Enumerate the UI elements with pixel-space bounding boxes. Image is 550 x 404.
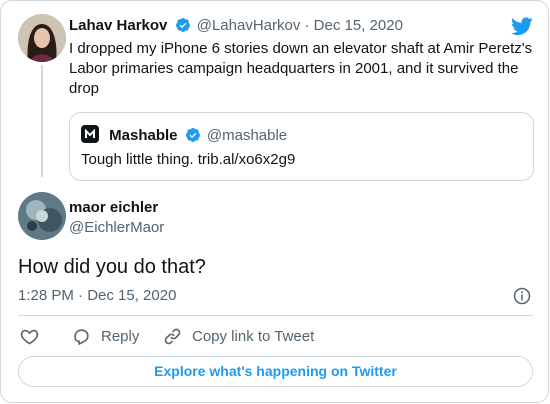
heart-icon xyxy=(20,329,39,345)
reply-tweet-text: How did you do that? xyxy=(18,256,206,278)
reply-button[interactable]: Reply xyxy=(72,327,139,346)
info-icon[interactable] xyxy=(513,287,531,305)
like-button[interactable] xyxy=(20,327,49,346)
copy-link-button[interactable]: Copy link to Tweet xyxy=(163,327,314,346)
avatar-image xyxy=(18,14,66,62)
quoted-tweet-header: Mashable @mashable xyxy=(81,125,287,144)
reply-label: Reply xyxy=(101,328,140,345)
mashable-logo-icon xyxy=(81,125,99,143)
quoted-author-handle: @mashable xyxy=(206,127,288,144)
reply-author-handle[interactable]: @EichlerMaor xyxy=(69,219,164,236)
avatar-maor-eichler[interactable] xyxy=(18,192,66,240)
avatar-image xyxy=(18,192,66,240)
reply-author-name[interactable]: maor eichler xyxy=(69,199,158,216)
divider xyxy=(18,315,533,316)
reply-icon xyxy=(74,329,89,345)
quoted-author-name: Mashable xyxy=(109,127,178,144)
twitter-bird-icon[interactable] xyxy=(511,17,533,36)
original-tweet-text: I dropped my iPhone 6 stories down an el… xyxy=(69,40,533,97)
tweet-date[interactable]: · Dec 15, 2020 xyxy=(305,17,403,34)
original-tweet-header: Lahav Harkov @LahavHarkov · Dec 15, 2020 xyxy=(69,17,403,34)
avatar-lahav-harkov[interactable] xyxy=(18,14,66,62)
copy-link-label: Copy link to Tweet xyxy=(192,328,315,345)
quoted-tweet-text: Tough little thing. trib.al/xo6x2g9 xyxy=(81,151,296,168)
author-name[interactable]: Lahav Harkov xyxy=(69,17,167,34)
verified-badge-icon xyxy=(175,18,190,32)
tweet-timestamp[interactable]: 1:28 PM · Dec 15, 2020 xyxy=(18,287,176,304)
explore-twitter-button[interactable]: Explore what's happening on Twitter xyxy=(18,356,533,387)
quoted-tweet[interactable]: Mashable @mashable Tough little thing. t… xyxy=(69,112,534,181)
verified-badge-icon xyxy=(185,128,200,142)
author-handle[interactable]: @LahavHarkov xyxy=(197,17,301,34)
tweet-embed-card: Lahav Harkov @LahavHarkov · Dec 15, 2020… xyxy=(0,0,549,403)
thread-connector-line xyxy=(41,65,43,177)
link-icon xyxy=(164,328,181,345)
